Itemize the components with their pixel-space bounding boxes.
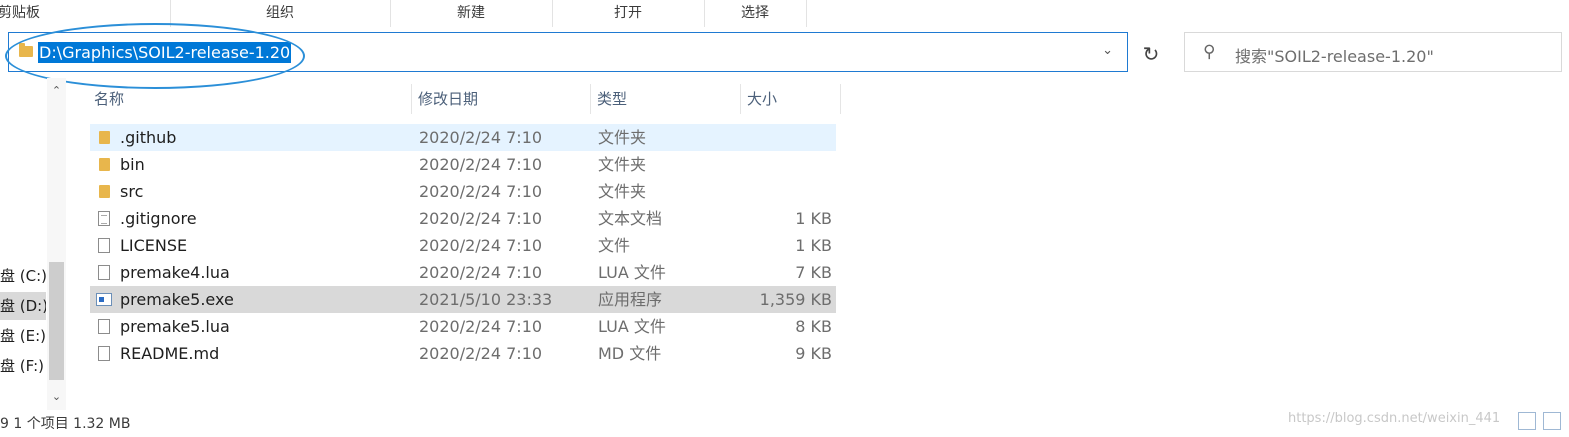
- address-bar[interactable]: D:\Graphics\SOIL2-release-1.20 ⌄: [8, 32, 1128, 72]
- file-icon: [98, 346, 110, 361]
- nav-drive-c[interactable]: 盘 (C:): [0, 262, 46, 290]
- file-type: 文件: [598, 236, 631, 255]
- table-row[interactable]: README.md 2020/2/24 7:10 MD 文件 9 KB: [90, 340, 836, 367]
- folder-icon: [99, 185, 110, 198]
- file-type: LUA 文件: [598, 317, 666, 336]
- search-input[interactable]: ⚲ 搜索"SOIL2-release-1.20": [1184, 32, 1562, 72]
- scroll-up-icon[interactable]: ⌃: [47, 84, 66, 97]
- file-name: LICENSE: [120, 236, 188, 255]
- file-size: 1,359 KB: [759, 290, 832, 309]
- folder-icon: [99, 158, 110, 171]
- column-header-name[interactable]: 名称: [89, 84, 412, 114]
- file-date: 2020/2/24 7:10: [419, 155, 543, 174]
- ribbon: 剪贴板 组织 新建 打开 选择: [0, 0, 1569, 27]
- table-row[interactable]: .gitignore 2020/2/24 7:10 文本文档 1 KB: [90, 205, 836, 232]
- file-size: 1 KB: [795, 209, 832, 228]
- ribbon-group-clipboard[interactable]: 剪贴板: [0, 0, 171, 27]
- search-placeholder: 搜索"SOIL2-release-1.20": [1235, 47, 1434, 66]
- watermark: https://blog.csdn.net/weixin_441: [1288, 411, 1501, 426]
- table-row[interactable]: premake4.lua 2020/2/24 7:10 LUA 文件 7 KB: [90, 259, 836, 286]
- table-row[interactable]: .github 2020/2/24 7:10 文件夹: [90, 124, 836, 151]
- file-name: premake5.lua: [120, 317, 230, 336]
- nav-scroll-thumb[interactable]: [49, 262, 64, 380]
- ribbon-group-organize[interactable]: 组织: [170, 0, 391, 27]
- file-icon: [98, 238, 110, 253]
- status-bar-text: 9 1 个项目 1.32 MB: [0, 416, 131, 432]
- file-date: 2020/2/24 7:10: [419, 344, 543, 363]
- file-date: 2020/2/24 7:10: [419, 128, 543, 147]
- file-size: 7 KB: [795, 263, 832, 282]
- table-row[interactable]: premake5.exe 2021/5/10 23:33 应用程序 1,359 KB: [90, 286, 836, 313]
- exe-icon: [96, 293, 112, 306]
- file-type: 文本文档: [598, 209, 663, 228]
- file-size: 8 KB: [795, 317, 832, 336]
- file-type: 文件夹: [598, 128, 647, 147]
- file-date: 2020/2/24 7:10: [419, 263, 543, 282]
- file-type: 应用程序: [598, 290, 663, 309]
- large-icons-view-icon[interactable]: [1543, 412, 1561, 430]
- file-date: 2020/2/24 7:10: [419, 317, 543, 336]
- table-row[interactable]: src 2020/2/24 7:10 文件夹: [90, 178, 836, 205]
- table-row[interactable]: premake5.lua 2020/2/24 7:10 LUA 文件 8 KB: [90, 313, 836, 340]
- file-date: 2020/2/24 7:10: [419, 209, 543, 228]
- file-icon: [98, 265, 110, 280]
- file-name: src: [120, 182, 144, 201]
- column-header-size[interactable]: 大小: [742, 84, 841, 114]
- nav-drive-d[interactable]: 盘 (D:): [0, 292, 46, 320]
- file-name: premake5.exe: [120, 290, 234, 309]
- file-icon: [98, 319, 110, 334]
- file-date: 2020/2/24 7:10: [419, 236, 543, 255]
- folder-icon: [19, 43, 33, 57]
- details-view-icon[interactable]: [1518, 412, 1536, 430]
- ribbon-group-open[interactable]: 打开: [552, 0, 705, 27]
- address-path[interactable]: D:\Graphics\SOIL2-release-1.20: [38, 42, 292, 63]
- ribbon-group-new[interactable]: 新建: [390, 0, 553, 27]
- nav-drive-e[interactable]: 盘 (E:): [0, 322, 46, 350]
- file-size: 9 KB: [795, 344, 832, 363]
- table-row[interactable]: LICENSE 2020/2/24 7:10 文件 1 KB: [90, 232, 836, 259]
- file-date: 2021/5/10 23:33: [419, 290, 553, 309]
- ribbon-group-select[interactable]: 选择: [704, 0, 807, 27]
- file-name: .gitignore: [120, 209, 197, 228]
- scroll-down-icon[interactable]: ⌄: [47, 390, 66, 403]
- search-icon: ⚲: [1203, 42, 1216, 62]
- file-name: README.md: [120, 344, 220, 363]
- file-type: MD 文件: [598, 344, 662, 363]
- table-row[interactable]: bin 2020/2/24 7:10 文件夹: [90, 151, 836, 178]
- nav-drive-f[interactable]: 盘 (F:): [0, 352, 46, 380]
- file-date: 2020/2/24 7:10: [419, 182, 543, 201]
- refresh-icon[interactable]: ↻: [1137, 40, 1165, 68]
- chevron-down-icon[interactable]: ⌄: [1102, 43, 1113, 58]
- file-type: 文件夹: [598, 182, 647, 201]
- column-header-date[interactable]: 修改日期: [413, 84, 591, 114]
- file-name: .github: [120, 128, 177, 147]
- file-type: LUA 文件: [598, 263, 666, 282]
- file-name: premake4.lua: [120, 263, 230, 282]
- file-name: bin: [120, 155, 145, 174]
- column-header-type[interactable]: 类型: [592, 84, 741, 114]
- folder-icon: [99, 131, 110, 144]
- text-file-icon: [98, 211, 110, 226]
- file-size: 1 KB: [795, 236, 832, 255]
- file-type: 文件夹: [598, 155, 647, 174]
